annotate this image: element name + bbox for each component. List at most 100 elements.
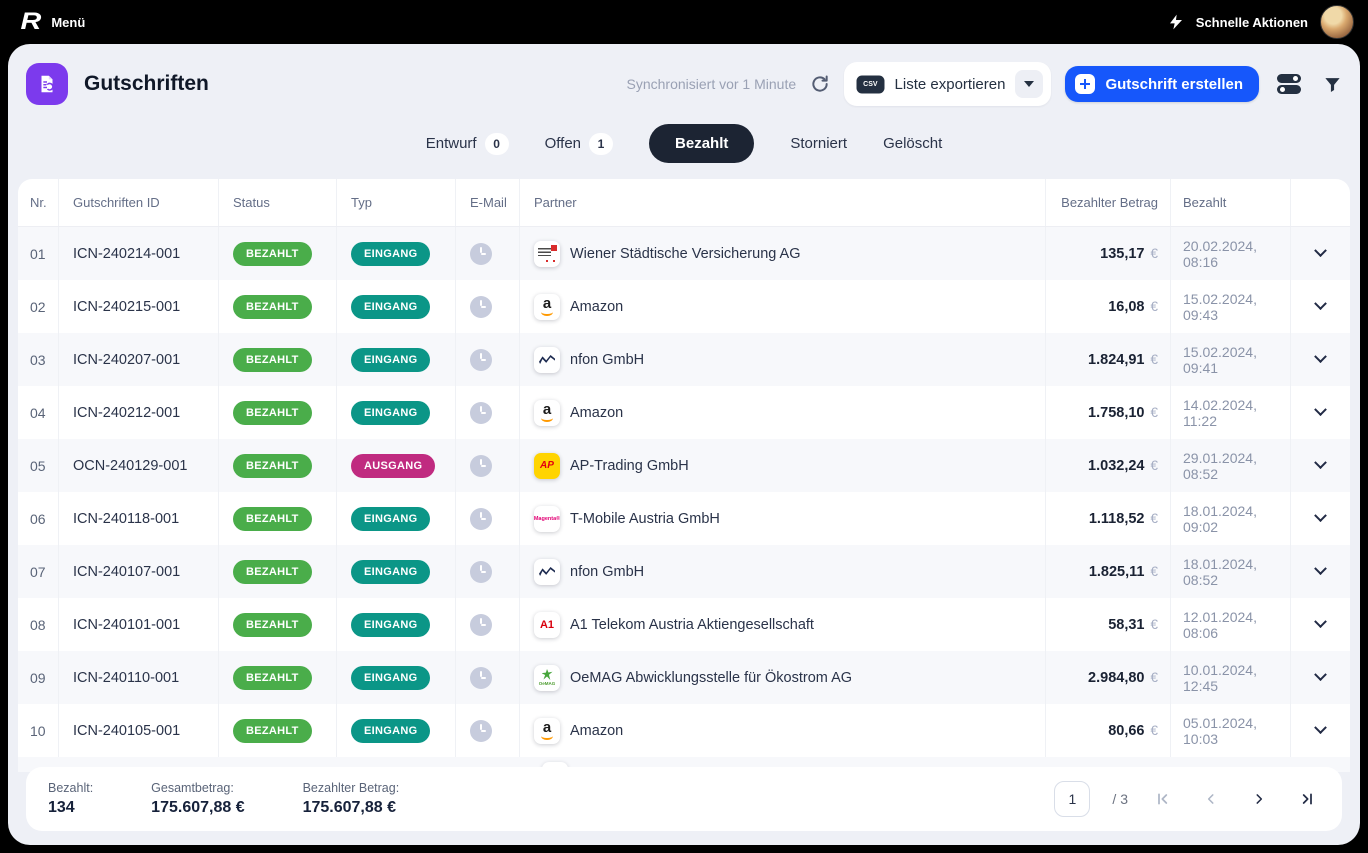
typ-badge: EINGANG: [351, 507, 430, 531]
partner-name: Wiener Städtische Versicherung AG: [570, 246, 801, 262]
quick-actions-button[interactable]: Schnelle Aktionen: [1196, 15, 1308, 30]
partner-logo: [534, 347, 560, 373]
chevron-down-icon[interactable]: [1314, 297, 1327, 310]
paid-amount: 1.758,10: [1088, 405, 1144, 421]
table-row[interactable]: 05 OCN-240129-001 BEZAHLT AUSGANG AP-Tra…: [18, 439, 1350, 492]
row-number: 04: [18, 386, 58, 439]
currency-symbol: €: [1150, 405, 1158, 420]
paid-date: 18.01.2024, 09:02: [1170, 492, 1290, 545]
row-number: 03: [18, 333, 58, 386]
tab-storniert[interactable]: Storniert: [790, 135, 847, 152]
next-page-button[interactable]: [1246, 792, 1272, 806]
currency-symbol: €: [1150, 564, 1158, 579]
chevron-down-icon[interactable]: [1314, 562, 1327, 575]
column-settings-icon[interactable]: [1277, 73, 1303, 95]
table-row[interactable]: 06 ICN-240118-001 BEZAHLT EINGANG T-Mobi…: [18, 492, 1350, 545]
chevron-down-icon[interactable]: [1314, 244, 1327, 257]
row-number: 07: [18, 545, 58, 598]
currency-symbol: €: [1150, 511, 1158, 526]
partner-name: A1 Telekom Austria Aktiengesellschaft: [570, 617, 814, 633]
export-dropdown-button[interactable]: [1015, 70, 1043, 98]
chevron-down-icon[interactable]: [1314, 456, 1327, 469]
paid-amount: 80,66: [1108, 723, 1144, 739]
typ-badge: EINGANG: [351, 560, 430, 584]
credit-note-id: ICN-240215-001: [58, 280, 218, 333]
last-page-button[interactable]: [1294, 791, 1320, 807]
partner-name: Amazon: [570, 405, 623, 421]
currency-symbol: €: [1150, 617, 1158, 632]
status-badge: BEZAHLT: [233, 454, 312, 478]
table-row[interactable]: 04 ICN-240212-001 BEZAHLT EINGANG Amazon…: [18, 386, 1350, 439]
typ-badge: AUSGANG: [351, 454, 435, 478]
stat-paid-amount: Bezahlter Betrag: 175.607,88 €: [303, 781, 400, 817]
row-number: 10: [18, 704, 58, 757]
export-list-button[interactable]: CSV Liste exportieren: [844, 62, 1051, 106]
table-row[interactable]: 02 ICN-240215-001 BEZAHLT EINGANG Amazon…: [18, 280, 1350, 333]
app-logo[interactable]: R: [20, 8, 38, 36]
chevron-down-icon[interactable]: [1314, 350, 1327, 363]
clock-icon: [470, 508, 492, 530]
table-row[interactable]: 09 ICN-240110-001 BEZAHLT EINGANG OeMAG …: [18, 651, 1350, 704]
clock-icon: [470, 720, 492, 742]
csv-icon: CSV: [858, 77, 882, 92]
status-badge: BEZAHLT: [233, 295, 312, 319]
table-row[interactable]: 08 ICN-240101-001 BEZAHLT EINGANG A1 Tel…: [18, 598, 1350, 651]
currency-symbol: €: [1150, 670, 1158, 685]
paid-amount: 16,08: [1108, 299, 1144, 315]
chevron-down-icon[interactable]: [1314, 403, 1327, 416]
plus-icon: [1075, 74, 1095, 94]
first-page-button[interactable]: [1150, 791, 1176, 807]
paid-date: 10.01.2024, 12:45: [1170, 651, 1290, 704]
col-paid-date: Bezahlt: [1170, 179, 1290, 226]
paid-amount: 2.984,80: [1088, 670, 1144, 686]
paid-amount: 1.825,11: [1089, 564, 1145, 580]
chevron-down-icon[interactable]: [1314, 615, 1327, 628]
tab-offen[interactable]: Offen 1: [545, 133, 613, 155]
tab-geloescht[interactable]: Gelöscht: [883, 135, 942, 152]
typ-badge: EINGANG: [351, 242, 430, 266]
paid-amount: 1.118,52: [1089, 511, 1145, 527]
menu-button[interactable]: Menü: [51, 15, 85, 30]
col-expand: [1290, 179, 1350, 226]
table-row[interactable]: 07 ICN-240107-001 BEZAHLT EINGANG nfon G…: [18, 545, 1350, 598]
currency-symbol: €: [1150, 299, 1158, 314]
partner-logo: [534, 453, 560, 479]
paid-amount: 1.032,24: [1088, 458, 1144, 474]
previous-page-button[interactable]: [1198, 792, 1224, 806]
topbar: R Menü Schnelle Aktionen: [0, 0, 1368, 44]
col-paid-amount: Bezahlter Betrag: [1045, 179, 1170, 226]
status-badge: BEZAHLT: [233, 242, 312, 266]
chevron-down-icon[interactable]: [1314, 721, 1327, 734]
filter-icon[interactable]: [1323, 75, 1342, 94]
tab-entwurf[interactable]: Entwurf 0: [426, 133, 509, 155]
currency-symbol: €: [1150, 458, 1158, 473]
current-page-input[interactable]: 1: [1054, 781, 1090, 817]
row-number: 02: [18, 280, 58, 333]
table-row[interactable]: 01 ICN-240214-001 BEZAHLT EINGANG Wiener…: [18, 227, 1350, 280]
typ-badge: EINGANG: [351, 613, 430, 637]
credit-note-id: OCN-240129-001: [58, 439, 218, 492]
sync-status: Synchronisiert vor 1 Minute: [627, 76, 797, 92]
partner-logo: [534, 400, 560, 426]
create-credit-note-button[interactable]: Gutschrift erstellen: [1065, 66, 1259, 102]
partner-logo: [534, 506, 560, 532]
row-number: 01: [18, 227, 58, 280]
refresh-icon[interactable]: [810, 74, 830, 94]
paid-date: 14.02.2024, 11:22: [1170, 386, 1290, 439]
tab-bezahlt[interactable]: Bezahlt: [649, 124, 754, 163]
table-row[interactable]: 10 ICN-240105-001 BEZAHLT EINGANG Amazon…: [18, 704, 1350, 757]
avatar[interactable]: [1320, 5, 1354, 39]
chevron-down-icon[interactable]: [1314, 668, 1327, 681]
paid-date: 15.02.2024, 09:41: [1170, 333, 1290, 386]
partner-name: Amazon: [570, 723, 623, 739]
row-number: 06: [18, 492, 58, 545]
partner-name: T-Mobile Austria GmbH: [570, 511, 720, 527]
partner-logo: [534, 665, 560, 691]
credit-notes-table: Nr. Gutschriften ID Status Typ E-Mail Pa…: [18, 179, 1350, 757]
paid-date: 18.01.2024, 08:52: [1170, 545, 1290, 598]
table-row[interactable]: 03 ICN-240207-001 BEZAHLT EINGANG nfon G…: [18, 333, 1350, 386]
status-badge: BEZAHLT: [233, 401, 312, 425]
table-body: 01 ICN-240214-001 BEZAHLT EINGANG Wiener…: [18, 227, 1350, 757]
partner-name: Amazon: [570, 299, 623, 315]
chevron-down-icon[interactable]: [1314, 509, 1327, 522]
